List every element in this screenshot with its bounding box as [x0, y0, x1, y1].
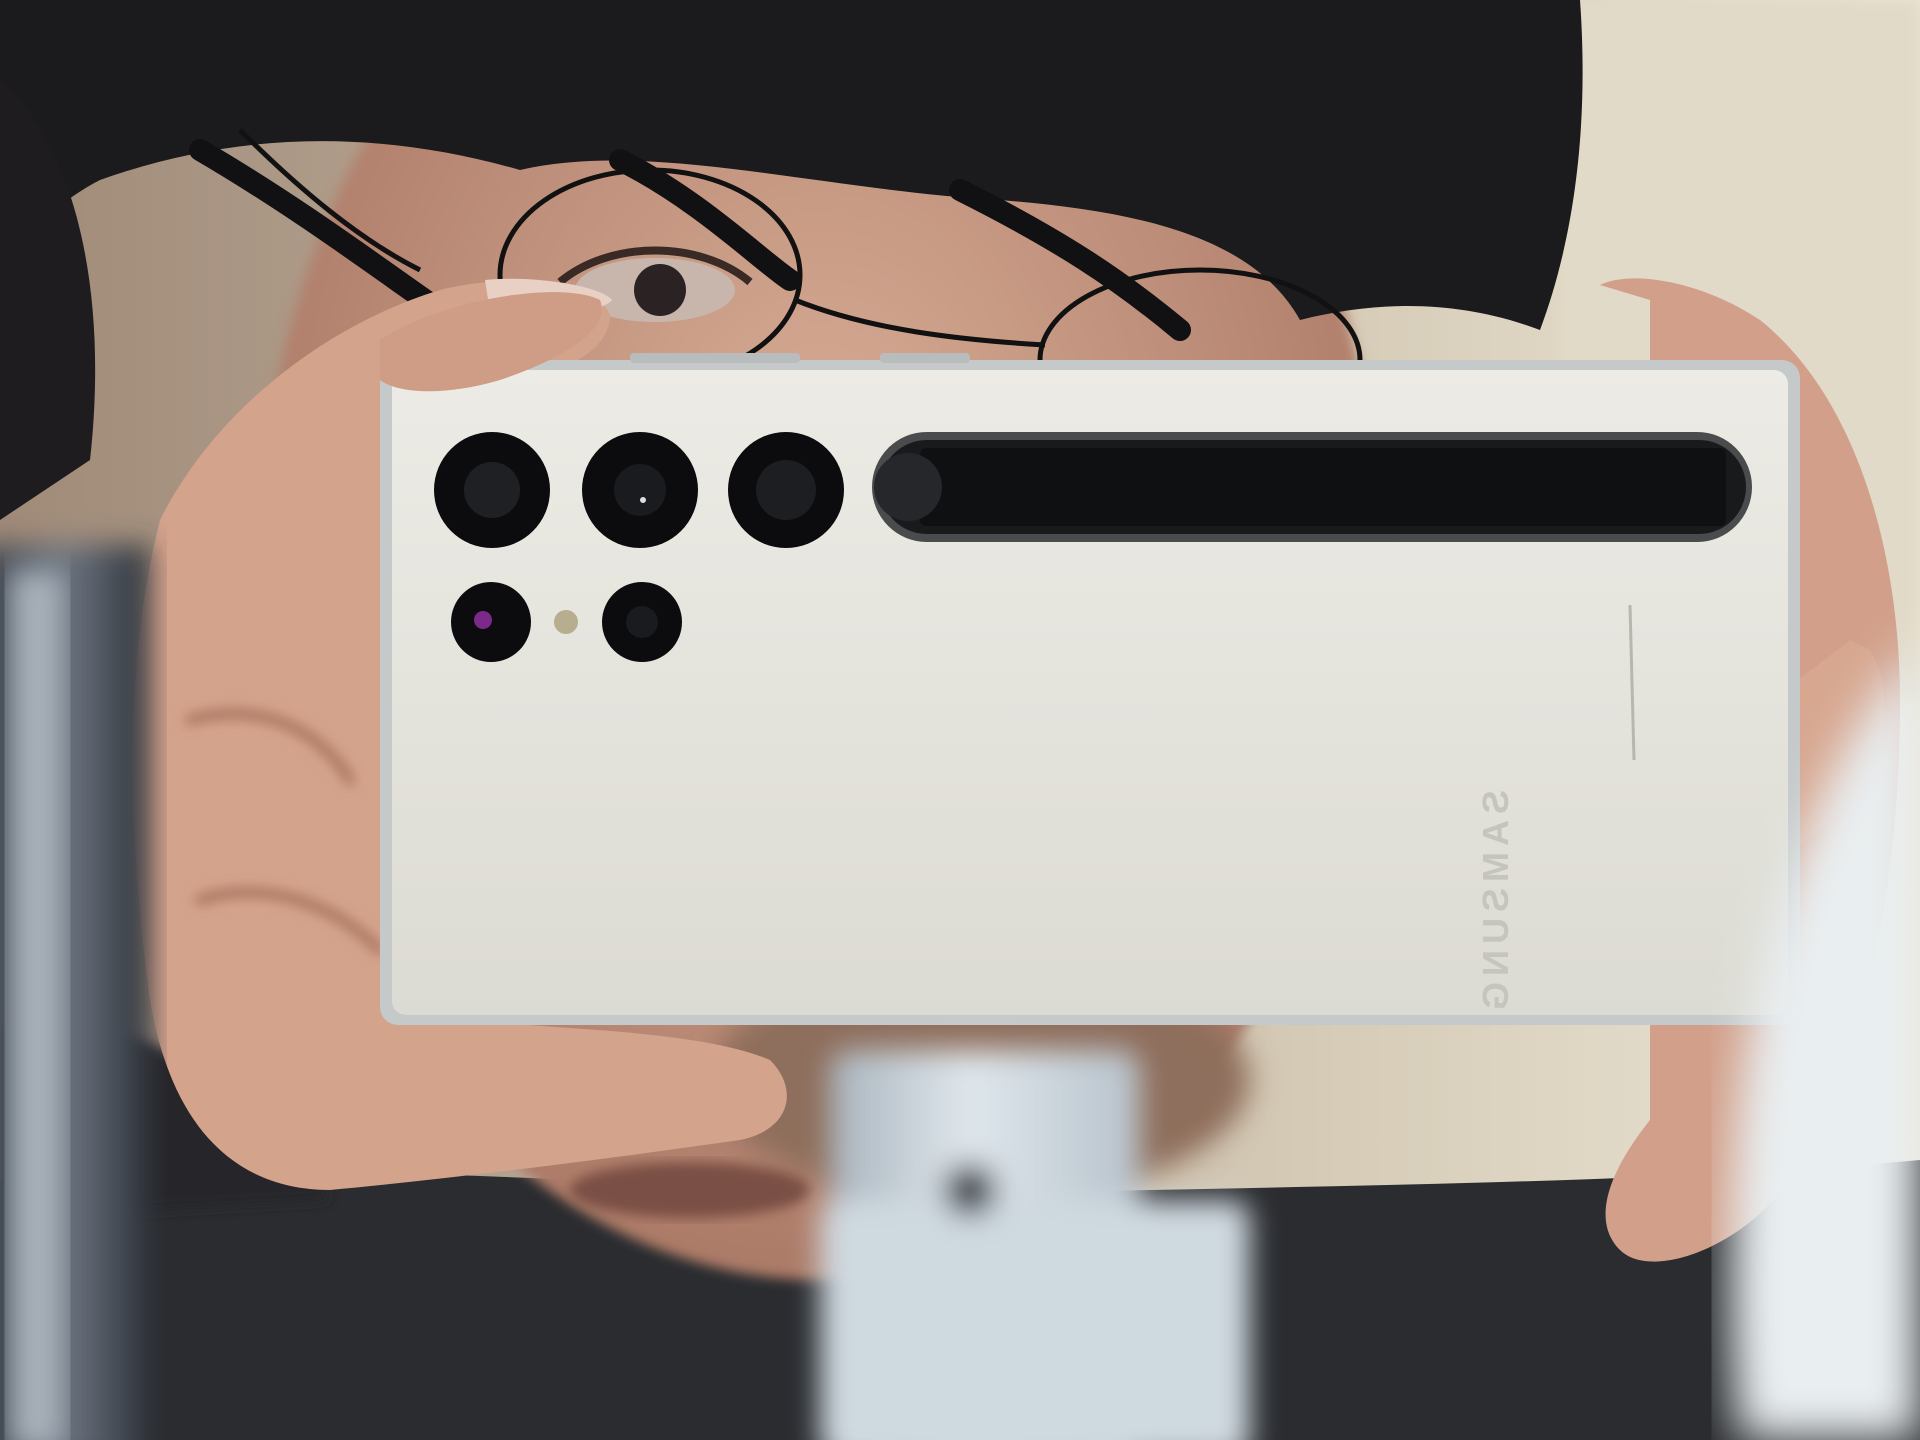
- photo-scene: SAMSUNG: [0, 0, 1920, 1440]
- eye-iris: [634, 264, 686, 316]
- s-pen-icon: [872, 432, 1752, 542]
- mouth: [570, 1162, 810, 1218]
- phone-top-buttons-2: [880, 353, 970, 363]
- camera-lens-icon: [434, 432, 550, 548]
- pen-end-cap: [874, 453, 942, 521]
- phone-top-buttons: [630, 353, 800, 363]
- camera-lens-icon: [728, 432, 844, 548]
- phone: SAMSUNG: [380, 353, 1800, 1025]
- camera-lens-icon: [451, 582, 531, 662]
- flash-icon: [554, 610, 578, 634]
- photo-canvas: SAMSUNG: [0, 0, 1920, 1440]
- camera-lens-icon: [602, 582, 682, 662]
- camera-lens-icon: [582, 432, 698, 548]
- brand-logo: SAMSUNG: [1475, 790, 1516, 1016]
- foreground-box-left-edge: [10, 570, 65, 1440]
